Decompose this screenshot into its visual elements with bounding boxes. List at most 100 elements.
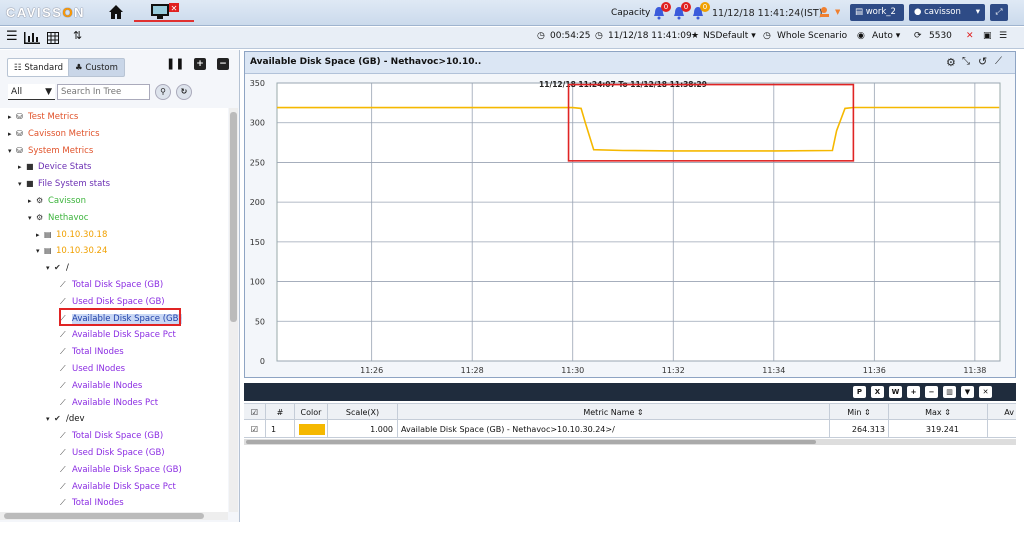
tree-mount-item[interactable]: ▾ ✔ /dev: [46, 412, 85, 426]
refresh-interval[interactable]: 5530: [929, 31, 952, 41]
col-metric-name[interactable]: Metric Name ⇕: [398, 404, 830, 421]
collapse-all-icon[interactable]: −: [217, 58, 229, 70]
tree-label: Total Disk Space (GB): [72, 280, 164, 290]
caret-right-icon[interactable]: ▸: [18, 160, 26, 174]
favorite-dropdown[interactable]: NSDefault ▾: [703, 31, 756, 41]
user-menu-button[interactable]: ● cavisson ▾: [909, 4, 985, 21]
scroll-thumb[interactable]: [230, 112, 237, 322]
line-chart-icon: ⟋: [60, 397, 66, 407]
pdf-icon[interactable]: P: [853, 386, 866, 398]
tab-standard[interactable]: ☷ Standard: [7, 58, 70, 77]
expand-all-icon[interactable]: +: [194, 58, 206, 70]
tree-server-item[interactable]: ▾ ▤ 10.10.30.24: [36, 244, 107, 258]
window-icon[interactable]: ▣: [983, 31, 992, 41]
undo-icon[interactable]: ↺: [978, 55, 987, 68]
tree-search-input[interactable]: [57, 84, 150, 100]
row-color-cell[interactable]: [295, 421, 328, 438]
caret-down-icon[interactable]: ▾: [18, 177, 26, 191]
tree-node-item[interactable]: ▾ ⚙ Nethavoc: [28, 211, 88, 225]
tree-group-item[interactable]: ▸ ■ Device Stats: [18, 160, 91, 174]
doc-icon[interactable]: W: [889, 386, 902, 398]
col-scale[interactable]: Scale(X): [328, 404, 398, 421]
tree-label: Used INodes: [72, 364, 126, 374]
select-all-checkbox[interactable]: ☑: [244, 404, 266, 421]
pin-icon[interactable]: ✕: [966, 31, 974, 41]
caret-down-icon[interactable]: ▾: [46, 412, 54, 426]
tree-metric-item[interactable]: ⟋ Total Disk Space (GB): [60, 429, 163, 443]
caret-down-icon[interactable]: ▾: [36, 244, 44, 258]
tree-metric-item[interactable]: ⟋ Total INodes: [60, 345, 124, 359]
monitor-icon[interactable]: ✕: [150, 3, 180, 21]
pause-icon[interactable]: ❚❚: [166, 58, 184, 70]
caret-right-icon[interactable]: ▸: [8, 127, 16, 141]
columns-icon[interactable]: ▥: [943, 386, 956, 398]
col-avg[interactable]: Av: [988, 404, 1016, 421]
tree-node-item[interactable]: ▸ ⚙ Cavisson: [28, 194, 86, 208]
tree-folder-item[interactable]: ▸ ⛁ Cavisson Metrics: [8, 127, 100, 141]
bar-chart-icon[interactable]: [24, 32, 40, 44]
tree-hscrollbar[interactable]: [0, 512, 228, 520]
caret-right-icon[interactable]: ▸: [8, 110, 16, 124]
tree-metric-item[interactable]: ⟋ Used Disk Space (GB): [60, 295, 165, 309]
caret-down-icon[interactable]: ▾: [8, 144, 16, 158]
table-row[interactable]: ☑ 1 1.000 Available Disk Space (GB) - Ne…: [244, 421, 1016, 438]
caret-down-icon[interactable]: ▾: [28, 211, 36, 225]
tree-label: System Metrics: [28, 145, 94, 156]
scroll-thumb[interactable]: [4, 513, 204, 519]
row-checkbox[interactable]: ☑: [244, 421, 266, 438]
home-icon[interactable]: [108, 4, 124, 20]
filter-select[interactable]: All ▼: [8, 84, 55, 100]
x-tick-label: 11:32: [662, 366, 685, 375]
color-swatch[interactable]: [299, 424, 325, 435]
y-tick-label: 150: [250, 238, 265, 247]
row-scale[interactable]: 1.000: [328, 421, 398, 438]
refresh-icon[interactable]: ↻: [176, 84, 192, 100]
scroll-thumb[interactable]: [246, 440, 816, 444]
plus-icon[interactable]: +: [907, 386, 920, 398]
tree-folder-item[interactable]: ▸ ⛁ Test Metrics: [8, 110, 78, 124]
filter-icon[interactable]: ▼: [961, 386, 974, 398]
tree-label: Cavisson Metrics: [28, 128, 100, 139]
caret-down-icon[interactable]: ▾: [46, 261, 54, 275]
menu-icon[interactable]: ☰: [6, 29, 18, 44]
tree-metric-item[interactable]: ⟋ Available INodes Pct: [60, 396, 158, 410]
x-tick-label: 11:34: [762, 366, 785, 375]
grid-hscrollbar[interactable]: [244, 439, 1016, 445]
expand-icon[interactable]: ⤢: [990, 4, 1008, 21]
minimize-icon[interactable]: ⤡: [962, 56, 970, 67]
tree-metric-item[interactable]: ⟋ Available Disk Space (GB): [60, 463, 182, 477]
sort-icon: ⇕: [864, 408, 871, 417]
tree-mount-item[interactable]: ▾ ✔ /: [46, 261, 69, 275]
tree-group-item[interactable]: ▾ ■ File System stats: [18, 177, 110, 191]
caret-right-icon[interactable]: ▸: [36, 228, 44, 242]
orange-alert-icon[interactable]: ▼: [818, 5, 840, 19]
tree-metric-item[interactable]: ⟋ Used Disk Space (GB): [60, 446, 165, 460]
tree-label: Total INodes: [72, 498, 124, 509]
tree-metric-item[interactable]: ⟋ Available Disk Space Pct: [60, 328, 176, 342]
tree-scrollbar[interactable]: [229, 108, 238, 512]
left-panel: ☷ Standard ♣ Custom ❚❚ + − All▼ ⚲ ↻ ▸⛁Te…: [0, 50, 240, 522]
tab-custom[interactable]: ♣ Custom: [68, 58, 125, 77]
list-icon[interactable]: ☰: [999, 31, 1007, 41]
tree-metric-item[interactable]: ⟋ Total Disk Space (GB): [60, 278, 163, 292]
tree-metric-item[interactable]: ⟋ Total INodes: [60, 496, 124, 510]
workspace-button[interactable]: ▤ work_2: [850, 4, 904, 21]
col-max[interactable]: Max ⇕: [889, 404, 988, 421]
tree-metric-item[interactable]: ⟋ Used INodes: [60, 362, 125, 376]
excel-icon[interactable]: X: [871, 386, 884, 398]
tree-folder-item[interactable]: ▾ ⛁ System Metrics: [8, 144, 93, 158]
gear-icon[interactable]: ⚙: [946, 56, 956, 69]
scenario-label[interactable]: Whole Scenario: [777, 31, 847, 41]
caret-right-icon[interactable]: ▸: [28, 194, 36, 208]
tree-metric-item[interactable]: ⟋ Available Disk Space Pct: [60, 480, 176, 494]
close-icon[interactable]: ✕: [979, 386, 992, 398]
sort-icon[interactable]: ⇅: [73, 29, 82, 42]
minus-icon[interactable]: −: [925, 386, 938, 398]
trend-icon[interactable]: ⟋: [995, 56, 1002, 67]
view-mode-dropdown[interactable]: Auto ▾: [872, 31, 900, 41]
tree-server-item[interactable]: ▸ ▤ 10.10.30.18: [36, 228, 107, 242]
tree-metric-item[interactable]: ⟋ Available INodes: [60, 379, 142, 393]
col-min[interactable]: Min ⇕: [830, 404, 889, 421]
search-icon[interactable]: ⚲: [155, 84, 171, 100]
grid-icon[interactable]: [47, 32, 59, 44]
